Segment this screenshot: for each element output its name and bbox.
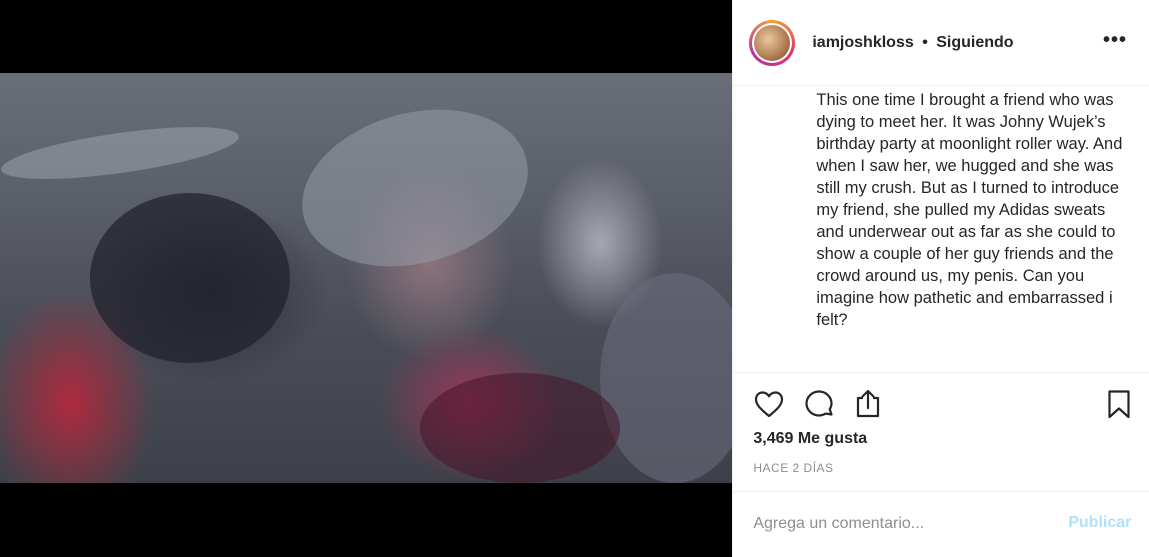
following-button[interactable]: Siguiendo <box>936 34 1013 51</box>
publish-button[interactable]: Publicar <box>1068 514 1131 532</box>
post-caption: This one time I brought a friend who was… <box>816 91 1123 329</box>
avatar[interactable] <box>749 19 796 66</box>
post-modal: iamjoshkloss • Siguiendo ••• This one ti… <box>0 0 1149 557</box>
action-icons-row <box>733 373 1149 435</box>
username-link[interactable]: iamjoshkloss <box>812 34 913 51</box>
post-timestamp[interactable]: HACE 2 DÍAS <box>753 461 833 475</box>
bookmark-icon[interactable] <box>1103 388 1135 420</box>
comment-form: Publicar <box>733 491 1149 557</box>
post-header: iamjoshkloss • Siguiendo ••• <box>733 0 1149 86</box>
video-player[interactable] <box>0 73 733 483</box>
heart-icon[interactable] <box>753 388 785 420</box>
more-icon[interactable]: ••• <box>1103 30 1127 50</box>
comment-icon[interactable] <box>803 388 835 420</box>
separator-dot: • <box>922 33 928 51</box>
likes-count[interactable]: 3,469 Me gusta <box>753 430 867 448</box>
media-panel <box>0 0 733 557</box>
post-sidebar: iamjoshkloss • Siguiendo ••• This one ti… <box>732 0 1149 557</box>
header-user-info: iamjoshkloss • Siguiendo <box>812 34 1013 52</box>
comment-input[interactable] <box>753 512 1034 536</box>
avatar-image <box>754 24 791 61</box>
share-icon[interactable] <box>852 388 884 420</box>
post-actions: 3,469 Me gusta HACE 2 DÍAS <box>733 372 1149 475</box>
